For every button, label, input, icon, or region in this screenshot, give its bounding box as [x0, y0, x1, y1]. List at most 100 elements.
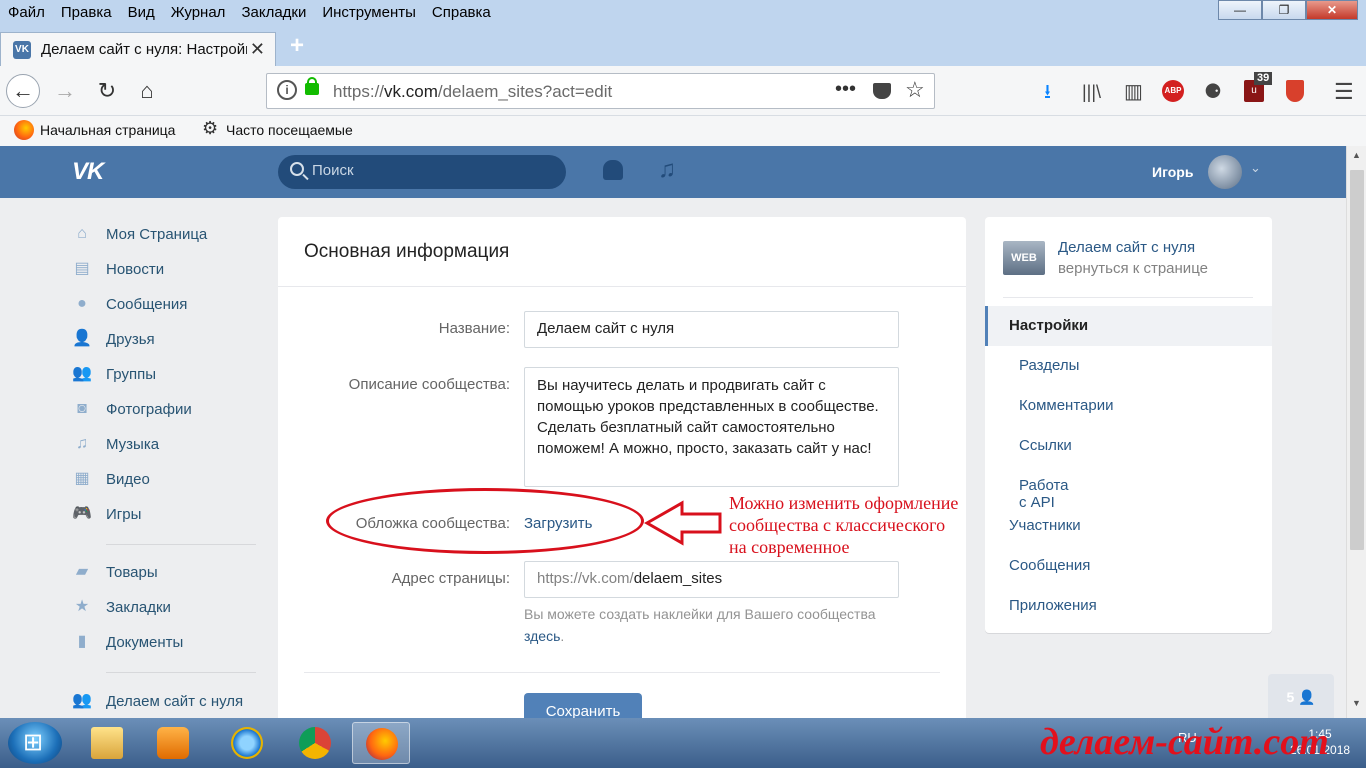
sidebar-item-label: Друзья — [106, 331, 155, 348]
group-icon: 👥 — [72, 692, 92, 709]
info-icon[interactable]: i — [277, 80, 297, 100]
close-window-button[interactable]: ✕ — [1306, 0, 1358, 20]
taskbar-explorer[interactable] — [78, 722, 136, 764]
hamburger-menu-icon[interactable]: ☰ — [1334, 81, 1354, 103]
music-note-icon[interactable]: ♫ — [658, 156, 676, 184]
chevron-down-icon[interactable]: ⌄ — [1250, 160, 1261, 176]
address-label: Адрес страницы: — [391, 570, 510, 587]
sidebar-item-label: Новости — [106, 261, 165, 278]
minimize-button[interactable]: — — [1218, 0, 1262, 20]
page-scrollbar[interactable]: ▲ ▼ — [1346, 146, 1366, 718]
sidebar-icon[interactable]: ▥ — [1124, 82, 1143, 102]
online-friends-button[interactable]: 5 👤 — [1268, 674, 1334, 722]
adblock-icon[interactable]: ABP — [1162, 80, 1184, 102]
menu-item-settings[interactable]: Настройки — [985, 306, 1272, 346]
menu-file[interactable]: Файл — [0, 0, 53, 26]
taskbar-media-player[interactable] — [144, 722, 202, 764]
extension-icon[interactable]: ⚈ — [1204, 82, 1222, 102]
reload-button[interactable]: ↻ — [90, 74, 124, 108]
video-icon: ▦ — [74, 470, 90, 487]
scroll-thumb[interactable] — [1350, 170, 1364, 550]
messages-icon: ● — [77, 295, 87, 312]
menu-help[interactable]: Справка — [424, 0, 499, 26]
sidebar-item-messages[interactable]: ● Сообщения — [72, 292, 256, 316]
sidebar-item-label: Закладки — [106, 599, 171, 616]
group-thumbnail[interactable]: WEB — [1003, 241, 1045, 275]
tab-close-icon[interactable]: ✕ — [250, 39, 265, 60]
music-icon: ♫ — [76, 435, 88, 452]
settings-menu: WEB Делаем сайт с нуля вернуться к стран… — [985, 217, 1272, 633]
bag-icon: ▰ — [75, 563, 89, 580]
menu-edit[interactable]: Правка — [53, 0, 120, 26]
menu-history[interactable]: Журнал — [163, 0, 234, 26]
sidebar-item-groups[interactable]: 👥 Группы — [72, 362, 256, 386]
sidebar-item-documents[interactable]: ▮ Документы — [72, 630, 256, 654]
sidebar-item-music[interactable]: ♫ Музыка — [72, 432, 256, 456]
menu-view[interactable]: Вид — [120, 0, 163, 26]
internet-explorer-icon — [231, 727, 263, 759]
taskbar-firefox[interactable] — [352, 722, 410, 764]
settings-card: Основная информация Название: Делаем сай… — [278, 217, 966, 737]
sidebar-item-news[interactable]: ▤ Новости — [72, 257, 256, 281]
sidebar-item-label: Видео — [106, 471, 150, 488]
ublock-badge: 39 — [1254, 72, 1273, 85]
sidebar-item-group[interactable]: 👥 Делаем сайт с нуля — [72, 689, 256, 713]
bookmark-most-visited[interactable]: Часто посещаемые — [226, 122, 353, 138]
back-button[interactable]: ← — [6, 74, 40, 108]
vk-search — [278, 155, 566, 189]
user-name[interactable]: Игорь — [1152, 164, 1193, 180]
address-field[interactable]: https://vk.com/delaem_sites — [524, 561, 899, 598]
sidebar-item-friends[interactable]: 👤 Друзья — [72, 327, 256, 351]
url-text[interactable]: https://vk.com/delaem_sites?act=edit — [333, 82, 612, 102]
maximize-button[interactable]: ❐ — [1262, 0, 1306, 20]
taskbar-chrome[interactable] — [286, 722, 344, 764]
download-icon[interactable]: ⭳ — [1044, 82, 1051, 102]
document-icon: ▮ — [77, 633, 87, 650]
bookmark-home[interactable]: Начальная страница — [40, 122, 175, 138]
sidebar-item-my-page[interactable]: ⌂ Моя Страница — [72, 222, 256, 246]
taskbar-ie[interactable] — [218, 722, 276, 764]
start-button[interactable] — [8, 722, 62, 764]
tab-bar: VK Делаем сайт с нуля: Настройки ✕ + — [0, 26, 1366, 66]
library-icon[interactable]: |||\ — [1082, 82, 1101, 102]
menu-tools[interactable]: Инструменты — [314, 0, 424, 26]
new-tab-button[interactable]: + — [290, 32, 304, 60]
search-input[interactable] — [312, 162, 552, 179]
sidebar-item-goods[interactable]: ▰ Товары — [72, 560, 256, 584]
page-actions-icon[interactable]: ••• — [835, 78, 856, 101]
sidebar-item-label: Документы — [106, 634, 184, 651]
home-button[interactable]: ⌂ — [130, 74, 164, 108]
sidebar-item-games[interactable]: 🎮 Игры — [72, 502, 256, 526]
sidebar-divider — [106, 672, 256, 673]
sidebar-item-video[interactable]: ▦ Видео — [72, 467, 256, 491]
scroll-down-icon[interactable]: ▼ — [1352, 698, 1361, 708]
avatar[interactable] — [1208, 155, 1242, 189]
shield-icon[interactable] — [1286, 80, 1304, 102]
pocket-icon[interactable] — [873, 83, 891, 99]
menu-bookmarks[interactable]: Закладки — [233, 0, 314, 26]
sidebar-item-label: Группы — [106, 366, 156, 383]
vk-logo[interactable]: VK — [72, 158, 104, 186]
name-field[interactable]: Делаем сайт с нуля — [524, 311, 899, 348]
sidebar-item-photos[interactable]: ◙ Фотографии — [72, 397, 256, 421]
tab-vk-settings[interactable]: VK Делаем сайт с нуля: Настройки ✕ — [0, 32, 276, 66]
group-name-link[interactable]: Делаем сайт с нуля — [1058, 239, 1195, 256]
lock-icon[interactable] — [305, 77, 319, 95]
bell-icon[interactable] — [603, 160, 623, 180]
sidebar-item-bookmarks[interactable]: ★ Закладки — [72, 595, 256, 619]
address-bar[interactable]: i https://vk.com/delaem_sites?act=edit •… — [266, 73, 935, 109]
divider — [1003, 297, 1253, 298]
bookmark-star-icon[interactable]: ☆ — [905, 77, 925, 103]
description-label: Описание сообщества: — [348, 376, 510, 393]
scroll-up-icon[interactable]: ▲ — [1352, 150, 1361, 160]
stickers-link[interactable]: здесь — [524, 628, 560, 644]
sidebar-item-label: Товары — [106, 564, 158, 581]
ublock-icon[interactable]: u 39 — [1244, 72, 1273, 102]
home-icon: ⌂ — [77, 225, 87, 242]
back-to-page-link[interactable]: вернуться к странице — [1058, 260, 1208, 277]
divider — [278, 286, 966, 287]
forward-button[interactable]: → — [48, 74, 82, 108]
description-field[interactable]: Вы научитесь делать и продвигать сайт с … — [524, 367, 899, 487]
stickers-hint: Вы можете создать наклейки для Вашего со… — [524, 606, 876, 644]
games-icon: 🎮 — [72, 505, 92, 522]
